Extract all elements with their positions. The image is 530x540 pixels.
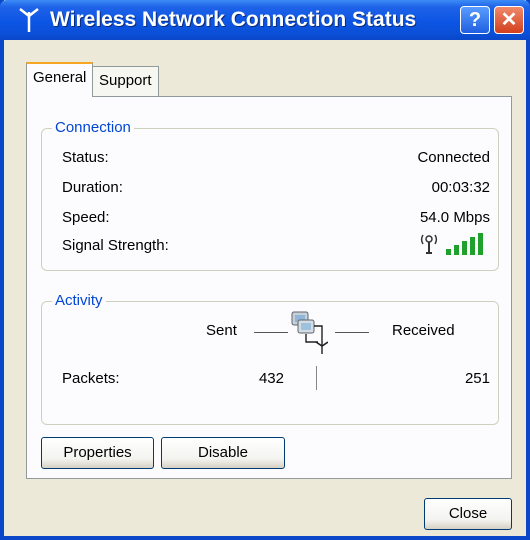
duration-label: Duration: <box>62 179 123 196</box>
title-bar[interactable]: Wireless Network Connection Status ? ✕ <box>0 0 530 40</box>
signal-strength-label: Signal Strength: <box>62 237 169 254</box>
signal-bar <box>470 237 475 255</box>
tab-panel-general: Connection Status: Connected Duration: 0… <box>26 96 512 479</box>
network-computers-icon <box>291 311 328 354</box>
packets-received-value: 251 <box>464 370 490 387</box>
status-value: Connected <box>417 149 490 166</box>
received-line <box>335 332 369 333</box>
signal-bar <box>454 245 459 255</box>
signal-bar <box>446 249 451 255</box>
speed-value: 54.0 Mbps <box>419 209 490 226</box>
status-dialog: Wireless Network Connection Status ? ✕ C… <box>0 0 530 540</box>
title-close-button[interactable]: ✕ <box>494 6 524 34</box>
signal-bar <box>478 233 483 255</box>
speed-label: Speed: <box>62 209 110 226</box>
activity-group: Activity Sent Received Packets: 432 251 <box>41 292 499 425</box>
disable-button[interactable]: Disable <box>161 437 285 469</box>
packets-sent-value: 432 <box>258 370 284 387</box>
sent-line <box>254 332 288 333</box>
received-label: Received <box>392 322 455 339</box>
antenna-icon <box>19 8 39 32</box>
window-title: Wireless Network Connection Status <box>50 8 417 31</box>
activity-divider <box>316 366 317 390</box>
duration-value: 00:03:32 <box>431 179 490 196</box>
sent-label: Sent <box>206 322 237 339</box>
connection-group: Connection Status: Connected Duration: 0… <box>41 119 499 271</box>
signal-antenna-icon <box>420 234 438 254</box>
close-button[interactable]: Close <box>424 498 512 530</box>
signal-bar <box>462 241 467 255</box>
tab-support[interactable]: Support <box>92 66 159 96</box>
packets-label: Packets: <box>62 370 120 387</box>
properties-button[interactable]: Properties <box>41 437 154 469</box>
tab-general[interactable]: General <box>26 62 94 97</box>
signal-strength-icon <box>420 233 483 255</box>
activity-group-title: Activity <box>52 292 106 309</box>
help-button[interactable]: ? <box>460 6 490 34</box>
connection-group-title: Connection <box>52 119 134 136</box>
status-label: Status: <box>62 149 109 166</box>
